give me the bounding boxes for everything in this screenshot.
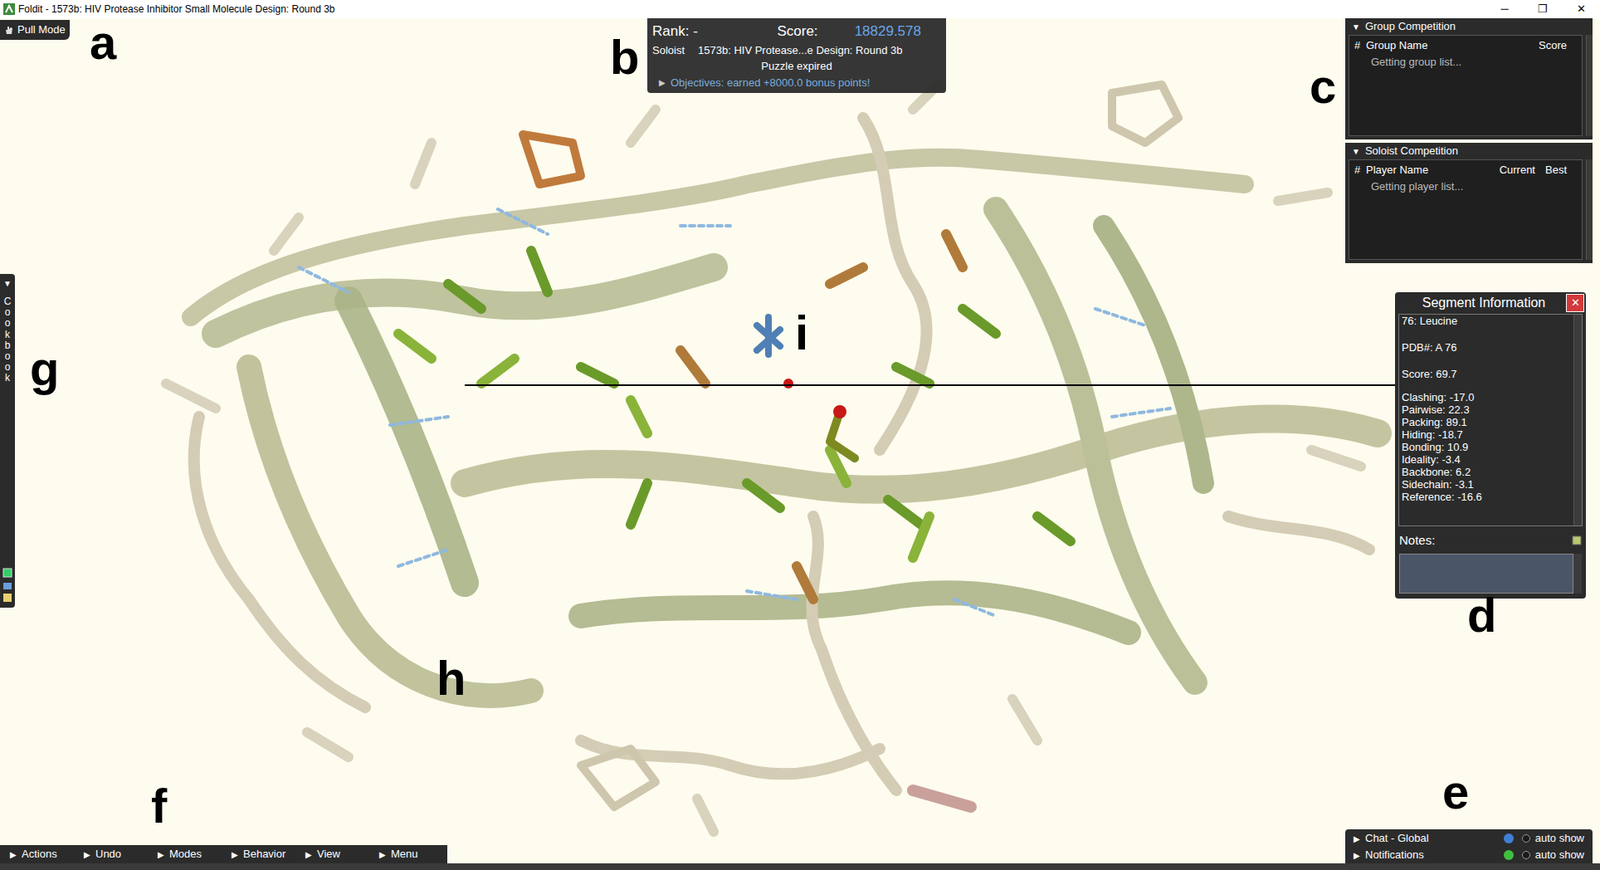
score-value: 18829.578: [854, 20, 942, 43]
title-bar: Foldit - 1573b: HIV Protease Inhibitor S…: [0, 0, 1600, 19]
loading-message: Getting group list...: [1354, 53, 1577, 71]
score-term: Ideality: -3.4: [1401, 453, 1571, 466]
window-control-button[interactable]: ✕: [1561, 0, 1600, 19]
annotation-label: g: [29, 344, 59, 393]
score-term: Pairwise: 22.3: [1401, 403, 1571, 416]
window-title: Foldit - 1573b: HIV Protease Inhibitor S…: [18, 1, 336, 17]
segment-score: Score: 69.7: [1401, 367, 1571, 381]
score-term: Hiding: -18.7: [1401, 428, 1571, 441]
rank-label: Rank: -: [652, 20, 752, 43]
foldit-logo-icon: [3, 3, 15, 15]
segment-info-panel: Segment Information✕76: LeucinePDB#: A 7…: [1395, 292, 1586, 599]
score-panel: Rank: -Score: 18829.578 Soloist 1573b: HIV …: [647, 18, 947, 93]
player-type: Soloist: [652, 42, 685, 59]
column-header[interactable]: Current: [1494, 161, 1541, 179]
puzzle-status: Puzzle expired: [760, 59, 832, 73]
leader-line: [464, 384, 1396, 386]
menu-button[interactable]: ▶View: [295, 845, 370, 863]
score-label: Score:: [751, 20, 844, 43]
annotation-label: c: [1309, 62, 1337, 111]
hand-icon: [4, 24, 15, 35]
window-control-button[interactable]: ─: [1485, 0, 1524, 19]
notes-field[interactable]: [1399, 553, 1574, 594]
column-header[interactable]: #: [1354, 37, 1366, 54]
score-term: Packing: 89.1: [1401, 415, 1571, 429]
menu-button[interactable]: ▶Modes: [147, 845, 222, 863]
annotation-label: i: [795, 308, 809, 357]
cookbook-panel[interactable]: ▼Cookbook: [0, 273, 15, 608]
column-header[interactable]: Player Name: [1365, 161, 1495, 179]
status-dot-icon: [1503, 849, 1514, 860]
pull-mode-button[interactable]: Pull Mode: [0, 19, 70, 40]
auto-show-checkbox[interactable]: [1521, 834, 1531, 843]
close-button[interactable]: ✕: [1565, 293, 1585, 313]
edit-icon[interactable]: [2, 592, 13, 603]
annotation-label: h: [436, 653, 466, 703]
column-header[interactable]: Score: [1533, 37, 1572, 54]
column-header[interactable]: Group Name: [1365, 37, 1534, 54]
menu-button[interactable]: ▶Behavior: [221, 845, 296, 863]
chat-panel: ▶Chat - Globalauto show▶Notificationsaut…: [1345, 829, 1593, 864]
competition-panel: ▼Group Competition #Group NameScoreGettin…: [1345, 18, 1593, 140]
panel-header[interactable]: ▼Group Competition: [1345, 18, 1593, 35]
loading-message: Getting player list...: [1354, 178, 1577, 196]
auto-show-checkbox[interactable]: [1521, 850, 1531, 859]
objectives-toggle[interactable]: ▶Objectives: earned +8000.0 bonus points…: [652, 74, 942, 92]
segment-name: 76: Leucine: [1401, 314, 1571, 328]
annotation-label: a: [89, 18, 117, 67]
annotation-label: e: [1442, 767, 1469, 816]
window-control-button[interactable]: ❐: [1523, 0, 1562, 19]
recipe-icon[interactable]: [2, 567, 13, 578]
annotation-label: b: [609, 33, 640, 82]
segment-pdb: PDB#: A 76: [1401, 341, 1571, 355]
chat-row[interactable]: ▶Notificationsauto show: [1345, 846, 1593, 864]
folder-icon[interactable]: [2, 580, 13, 591]
score-term: Clashing: -17.0: [1401, 390, 1571, 404]
annotation-label: d: [1467, 590, 1497, 640]
chat-row[interactable]: ▶Chat - Globalauto show: [1345, 829, 1593, 847]
menu-button[interactable]: ▶Undo: [73, 845, 148, 863]
menu-button[interactable]: ▶Actions: [0, 845, 74, 863]
competition-panel: ▼Soloist Competition#Player NameCurrentB…: [1345, 142, 1593, 264]
notes-icon[interactable]: [1571, 535, 1582, 546]
score-term: Sidechain: -3.1: [1401, 478, 1571, 491]
score-term: Bonding: 10.9: [1401, 440, 1571, 454]
score-term: Reference: -16.6: [1401, 490, 1571, 503]
notes-label: Notes:: [1399, 531, 1572, 551]
score-term: Backbone: 6.2: [1401, 465, 1571, 479]
column-header[interactable]: #: [1354, 161, 1366, 179]
annotation-label: f: [151, 781, 167, 830]
column-header[interactable]: Best: [1540, 161, 1572, 179]
cookbook-label: Cookbook: [2, 296, 13, 385]
panel-header[interactable]: ▼Soloist Competition: [1345, 142, 1593, 160]
bottom-strip: [0, 863, 1600, 870]
menu-button[interactable]: ▶Menu: [369, 845, 444, 863]
status-dot-icon: [1503, 833, 1514, 844]
puzzle-name: 1573b: HIV Protease...e Design: Round 3b: [697, 42, 903, 59]
